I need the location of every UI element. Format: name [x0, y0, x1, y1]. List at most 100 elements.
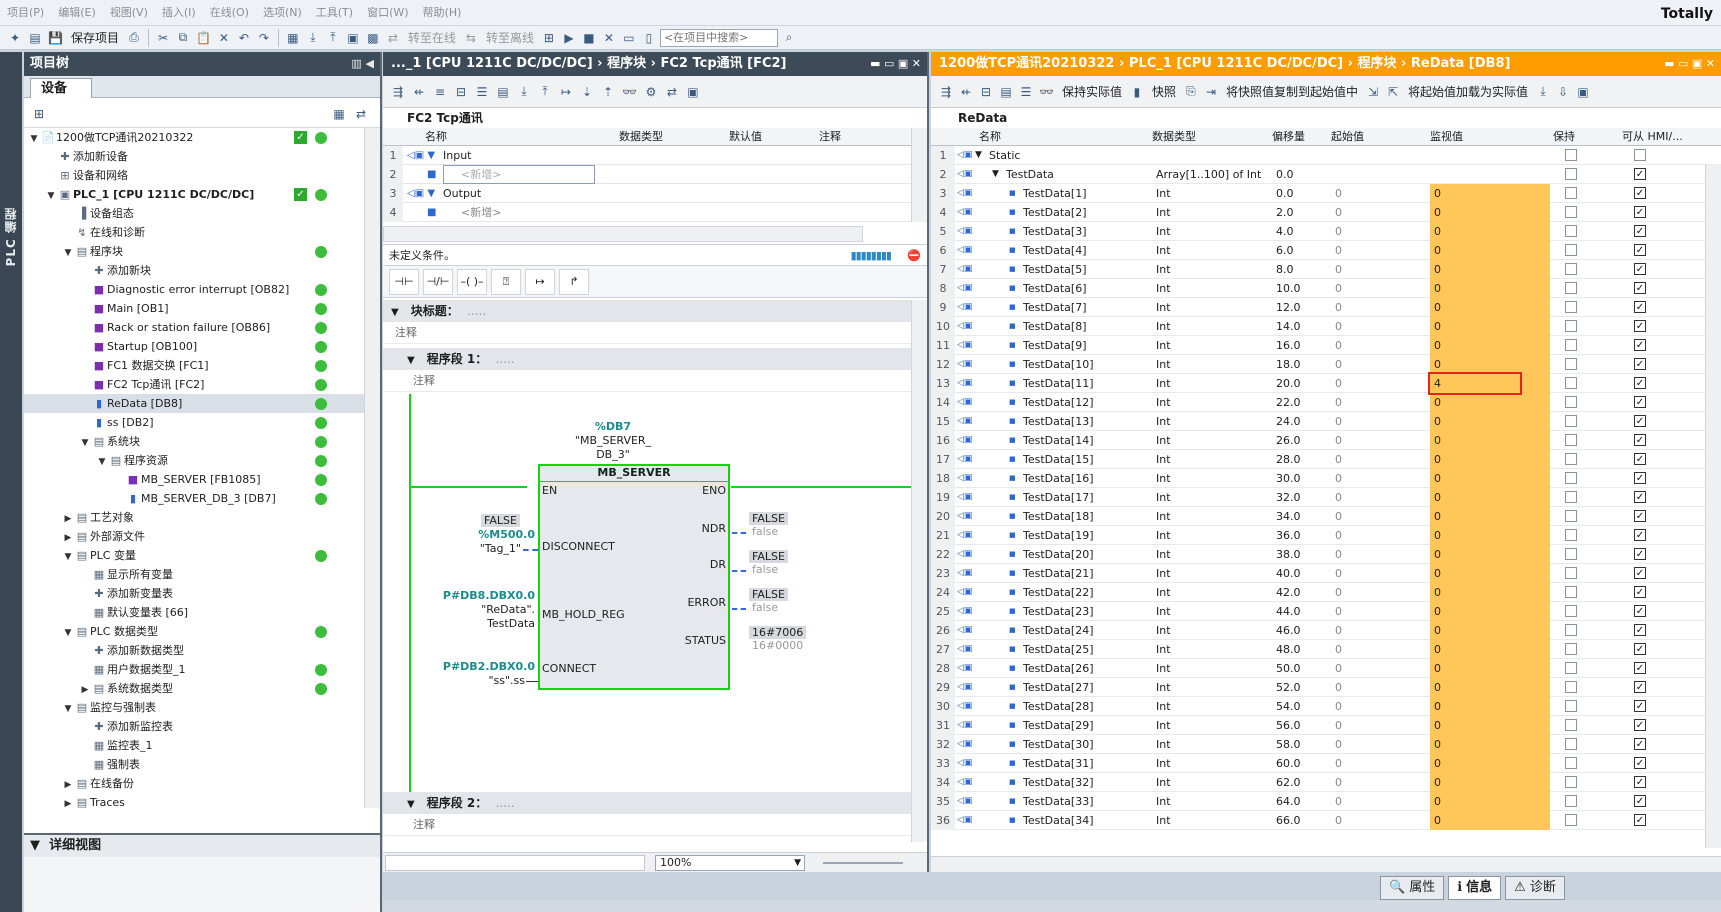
menu-item[interactable]: 选项(N)	[256, 0, 309, 26]
nc-contact-icon[interactable]: ⊣/⊢	[423, 268, 453, 295]
load2-icon[interactable]: ⇩	[1554, 82, 1572, 102]
hmi-accessible-checkbox[interactable]: ✓	[1634, 738, 1646, 750]
retain-checkbox[interactable]	[1565, 282, 1577, 294]
hmi-accessible-checkbox[interactable]: ✓	[1634, 814, 1646, 826]
tree-item[interactable]: ▶ ▤ 在线备份	[24, 774, 380, 793]
open-project-icon[interactable]: ▤	[26, 28, 44, 48]
retain-checkbox[interactable]	[1565, 567, 1577, 579]
disconnect-address[interactable]: %M500.0	[467, 528, 535, 541]
hmi-accessible-checkbox[interactable]: ✓	[1634, 586, 1646, 598]
hmi-accessible-checkbox[interactable]: ✓	[1634, 548, 1646, 560]
prev-error-icon[interactable]: ⇡	[599, 82, 617, 102]
db-row[interactable]: 2 ◁▣ ▼ TestData Array[1..100] of Int 0.0 ✓	[931, 165, 1721, 184]
db-row-start-value[interactable]: 0	[1335, 621, 1427, 640]
hmi-accessible-checkbox[interactable]: ✓	[1634, 776, 1646, 788]
db-row[interactable]: 24 ◁▣ ■ TestData[22] Int 42.0 0 0 ✓	[931, 583, 1721, 602]
menu-item[interactable]: 视图(V)	[103, 0, 155, 26]
monitor-icon[interactable]: 👓	[620, 82, 639, 102]
tree-item[interactable]: ▼ ▤ 程序块	[24, 242, 380, 261]
cut-icon[interactable]: ✂	[154, 28, 172, 48]
hmi-accessible-checkbox[interactable]: ✓	[1634, 396, 1646, 408]
hmi-accessible-checkbox[interactable]: ✓	[1634, 453, 1646, 465]
hmi-accessible-checkbox[interactable]: ✓	[1634, 168, 1646, 180]
name-input-box[interactable]	[443, 165, 595, 184]
interface-scrollbar[interactable]	[911, 128, 927, 222]
retain-checkbox[interactable]	[1565, 149, 1577, 161]
menu-item[interactable]: 插入(I)	[155, 0, 203, 26]
snapshot-icon[interactable]: ⎘	[1182, 82, 1200, 102]
connect-tag[interactable]: "ss".ss	[435, 674, 525, 687]
db-row[interactable]: 5 ◁▣ ■ TestData[3] Int 4.0 0 0 ✓	[931, 222, 1721, 241]
hmi-accessible-checkbox[interactable]: ✓	[1634, 567, 1646, 579]
db-row-start-value[interactable]: 0	[1335, 431, 1427, 450]
db-row[interactable]: 14 ◁▣ ■ TestData[12] Int 22.0 0 0 ✓	[931, 393, 1721, 412]
compile-icon[interactable]: ▦	[284, 28, 302, 48]
db-row-start-value[interactable]: 0	[1335, 279, 1427, 298]
accessible-devices-icon[interactable]: ⊞	[540, 28, 558, 48]
db-row[interactable]: 31 ◁▣ ■ TestData[29] Int 56.0 0 0 ✓	[931, 716, 1721, 735]
paste-icon[interactable]: 📋	[194, 28, 213, 48]
db-row[interactable]: 22 ◁▣ ■ TestData[20] Int 38.0 0 0 ✓	[931, 545, 1721, 564]
db-row-start-value[interactable]: 0	[1335, 317, 1427, 336]
detail-view-header[interactable]: ▼ 详细视图	[24, 835, 380, 857]
sync-icon[interactable]: ⇄	[352, 104, 370, 124]
inspector-tab[interactable]: 🔍 属性	[1380, 876, 1445, 900]
tree-item[interactable]: ▦ 显示所有变量	[24, 565, 380, 584]
db-row-start-value[interactable]: 0	[1335, 564, 1427, 583]
expand-icon[interactable]: ▼	[992, 165, 1004, 184]
expand-icon[interactable]: ▼	[975, 146, 987, 165]
open-branch-icon[interactable]: ↦	[525, 268, 555, 295]
next-error-icon[interactable]: ⇣	[578, 82, 596, 102]
apply-icon[interactable]: ⇲	[1364, 82, 1382, 102]
db-row[interactable]: 3 ◁▣ ■ TestData[1] Int 0.0 0 0 ✓	[931, 184, 1721, 203]
db-row[interactable]: 27 ◁▣ ■ TestData[25] Int 48.0 0 0 ✓	[931, 640, 1721, 659]
retain-checkbox[interactable]	[1565, 529, 1577, 541]
save-icon[interactable]: 💾	[46, 28, 65, 48]
add-row-icon[interactable]: ⇷	[957, 82, 975, 102]
db-row[interactable]: 12 ◁▣ ■ TestData[10] Int 18.0 0 0 ✓	[931, 355, 1721, 374]
retain-checkbox[interactable]	[1565, 396, 1577, 408]
hmi-accessible-checkbox[interactable]: ✓	[1634, 206, 1646, 218]
hmi-accessible-checkbox[interactable]: ✓	[1634, 605, 1646, 617]
keep-actual-values-button[interactable]: 保持实际值	[1058, 83, 1126, 100]
db-row-start-value[interactable]: 0	[1335, 393, 1427, 412]
hmi-accessible-checkbox[interactable]: ✓	[1634, 282, 1646, 294]
panel-controls[interactable]: ▥ ◀	[351, 52, 374, 76]
hmi-accessible-checkbox[interactable]: ✓	[1634, 415, 1646, 427]
db-row-start-value[interactable]: 0	[1335, 355, 1427, 374]
tree-item[interactable]: ▦ 监控表_1	[24, 736, 380, 755]
retain-checkbox[interactable]	[1565, 491, 1577, 503]
tree-scrollbar[interactable]	[364, 128, 380, 808]
db-row[interactable]: 9 ◁▣ ■ TestData[7] Int 12.0 0 0 ✓	[931, 298, 1721, 317]
db-row-start-value[interactable]: 0	[1335, 488, 1427, 507]
db-row-start-value[interactable]: 0	[1335, 792, 1427, 811]
retain-checkbox[interactable]	[1565, 377, 1577, 389]
tree-item[interactable]: ✚ 添加新块	[24, 261, 380, 280]
db-row[interactable]: 15 ◁▣ ■ TestData[13] Int 24.0 0 0 ✓	[931, 412, 1721, 431]
empty-box-icon[interactable]: ⍰	[491, 268, 521, 295]
overview-icon[interactable]: ▦	[330, 104, 348, 124]
tree-item[interactable]: ▼ ▤ 程序资源	[24, 451, 380, 470]
block-comment[interactable]: 注释	[383, 322, 913, 344]
retain-checkbox[interactable]	[1565, 814, 1577, 826]
db-row[interactable]: 1 ◁▣ ▼ Static	[931, 146, 1721, 165]
zoom-slider[interactable]	[823, 862, 903, 864]
hmi-accessible-checkbox[interactable]: ✓	[1634, 472, 1646, 484]
network-1-comment[interactable]: 注释	[383, 370, 913, 392]
db-row[interactable]: 26 ◁▣ ■ TestData[24] Int 46.0 0 0 ✓	[931, 621, 1721, 640]
load-icon[interactable]: ⤓	[1534, 82, 1552, 102]
open-all-icon[interactable]: ⤓	[515, 82, 533, 102]
reset-start-icon[interactable]: ⊟	[977, 82, 995, 102]
db-row[interactable]: 8 ◁▣ ■ TestData[6] Int 10.0 0 0 ✓	[931, 279, 1721, 298]
snapshot-button[interactable]: 快照	[1148, 83, 1180, 100]
hold-reg-tag-line1[interactable]: "ReData".	[435, 603, 535, 616]
db-row[interactable]: 34 ◁▣ ■ TestData[32] Int 62.0 0 0 ✓	[931, 773, 1721, 792]
hmi-accessible-checkbox[interactable]: ✓	[1634, 244, 1646, 256]
db-row[interactable]: 18 ◁▣ ■ TestData[16] Int 30.0 0 0 ✓	[931, 469, 1721, 488]
hmi-accessible-checkbox[interactable]: ✓	[1634, 225, 1646, 237]
network-1-header[interactable]: ▼ 程序段 1： .....	[383, 348, 913, 370]
retain-checkbox[interactable]	[1565, 795, 1577, 807]
db-row[interactable]: 10 ◁▣ ■ TestData[8] Int 14.0 0 0 ✓	[931, 317, 1721, 336]
hmi-accessible-checkbox[interactable]: ✓	[1634, 757, 1646, 769]
network-2-header[interactable]: ▼ 程序段 2： .....	[383, 792, 913, 814]
